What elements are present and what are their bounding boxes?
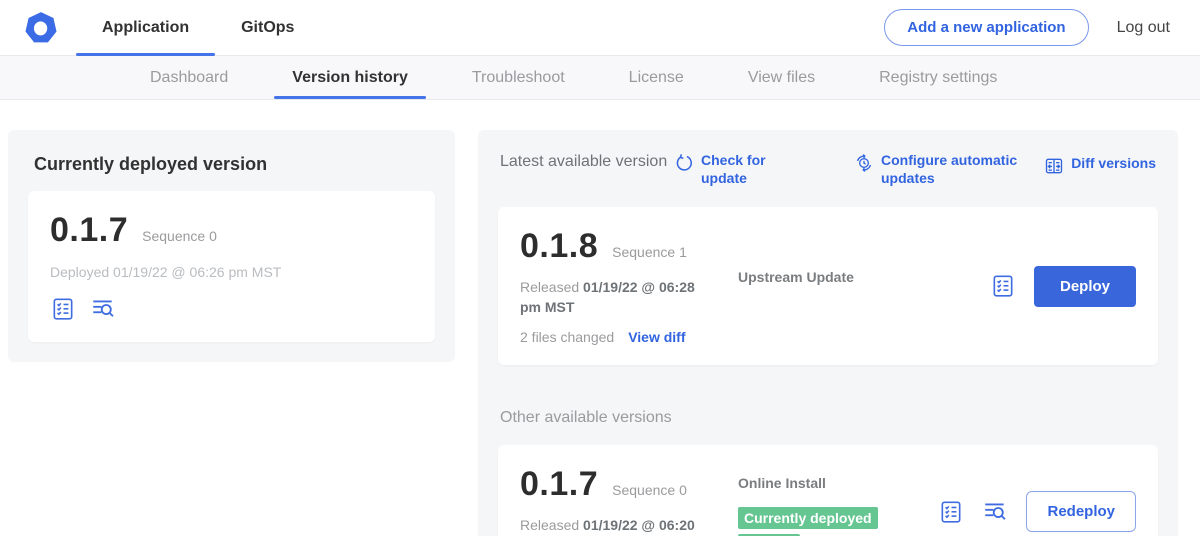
redeploy-button[interactable]: Redeploy [1026,491,1136,532]
other-source-label: Online Install [738,475,826,491]
top-nav: Application GitOps Add a new application… [0,0,1200,56]
logout-link[interactable]: Log out [1117,19,1170,37]
schedule-update-icon [854,153,874,173]
deployed-timestamp: Deployed 01/19/22 @ 06:26 pm MST [50,264,413,280]
other-sequence: Sequence 0 [612,482,687,498]
latest-released-timestamp: Released 01/19/22 @ 06:28 pm MST [520,278,710,317]
configure-automatic-updates-link[interactable]: Configure automatic updates [854,152,1032,187]
deployed-version-card: 0.1.7 Sequence 0 Deployed 01/19/22 @ 06:… [28,191,435,342]
other-available-versions-title: Other available versions [500,409,1156,427]
deploy-logs-icon[interactable] [982,499,1008,525]
nav-tab-label: Application [102,19,189,37]
refresh-icon [674,153,694,173]
subnav-registry-settings[interactable]: Registry settings [847,56,1029,99]
main-content: Currently deployed version 0.1.7 Sequenc… [0,100,1200,536]
deployed-sequence: Sequence 0 [142,228,217,244]
view-diff-link[interactable]: View diff [628,329,685,345]
other-version-number: 0.1.7 [520,465,598,504]
latest-source-label: Upstream Update [738,269,854,285]
latest-available-title: Latest available version [500,152,668,173]
diff-versions-label: Diff versions [1071,155,1156,173]
files-changed-label: 2 files changed [520,329,614,345]
primary-tabs: Application GitOps [76,0,320,55]
nav-tab-application[interactable]: Application [76,0,215,55]
diff-versions-link[interactable]: Diff versions [1044,155,1156,176]
deployed-version-number: 0.1.7 [50,211,128,250]
currently-deployed-badge: Currently deployed version [738,507,878,536]
latest-sequence: Sequence 1 [612,244,687,260]
latest-version-card: 0.1.8 Sequence 1 Released 01/19/22 @ 06:… [498,207,1158,365]
subnav-dashboard[interactable]: Dashboard [118,56,260,99]
subnav-troubleshoot[interactable]: Troubleshoot [440,56,597,99]
preflight-checks-icon[interactable] [938,499,964,525]
other-released-timestamp: Released 01/19/22 @ 06:20 pm MST [520,516,710,536]
heptagon-logo-icon [24,11,58,45]
other-version-card: 0.1.7 Sequence 0 Released 01/19/22 @ 06:… [498,445,1158,536]
app-logo[interactable] [0,0,76,55]
latest-version-number: 0.1.8 [520,227,598,266]
check-for-update-label: Check for update [701,152,792,187]
check-for-update-link[interactable]: Check for update [674,152,792,187]
app-subnav: Dashboard Version history Troubleshoot L… [0,56,1200,100]
configure-automatic-updates-label: Configure automatic updates [881,152,1032,187]
subnav-license[interactable]: License [597,56,716,99]
subnav-view-files[interactable]: View files [716,56,847,99]
add-application-button[interactable]: Add a new application [884,9,1088,46]
deploy-logs-icon[interactable] [90,296,116,322]
nav-tab-gitops[interactable]: GitOps [215,0,320,55]
subnav-version-history[interactable]: Version history [260,56,440,99]
nav-right: Add a new application Log out [884,0,1200,55]
preflight-checks-icon[interactable] [50,296,76,322]
preflight-checks-icon[interactable] [990,273,1016,299]
available-versions-panel: Latest available version Check for updat… [478,130,1178,536]
available-header: Latest available version Check for updat… [500,152,1156,187]
nav-tab-label: GitOps [241,19,294,37]
deploy-button[interactable]: Deploy [1034,266,1136,307]
deployed-panel-title: Currently deployed version [34,154,435,175]
diff-versions-icon [1044,156,1064,176]
currently-deployed-panel: Currently deployed version 0.1.7 Sequenc… [8,130,455,362]
